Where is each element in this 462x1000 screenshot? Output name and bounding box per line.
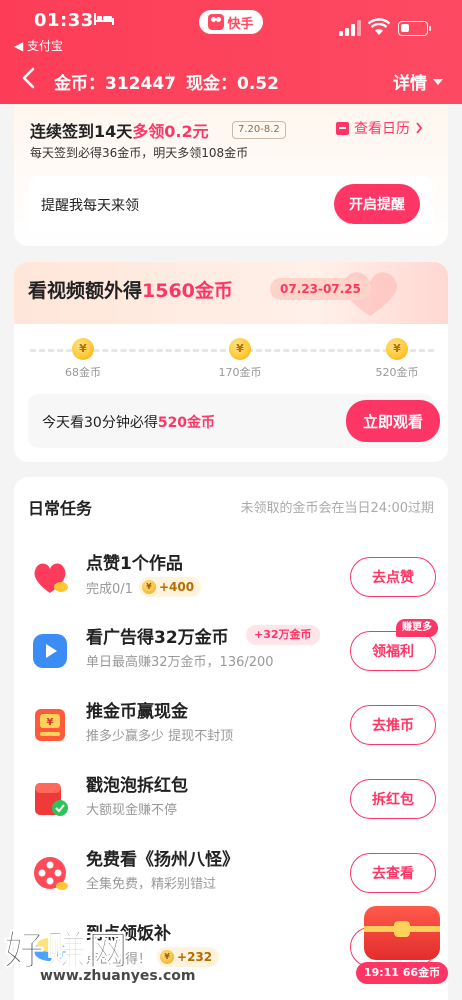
wifi-icon: [368, 18, 390, 35]
nav-bar: 金币：312447 现金：0.52 详情: [0, 56, 462, 102]
remind-row: 提醒我每天来领 开启提醒: [28, 176, 434, 234]
reward-tag: +32万金币: [246, 625, 320, 645]
coin-reward-badge: ¥ +400: [138, 577, 202, 597]
open-redpacket-button[interactable]: 拆红包: [350, 779, 436, 819]
coin-pusher-icon: ¥: [35, 709, 65, 741]
video-bonus-title: 看视频额外得1560金币: [28, 276, 233, 303]
view-calendar-link[interactable]: 查看日历: [336, 118, 423, 138]
back-arrow-icon[interactable]: [18, 66, 42, 90]
video-title-highlight: 1560金币: [142, 280, 233, 302]
meal-icon: [34, 938, 66, 961]
milestone-label: 68金币: [65, 366, 101, 379]
coin-reward-amount: +232: [177, 950, 213, 964]
watch-label-text: 今天看30分钟必得: [42, 415, 158, 431]
milestone-1: ¥ 68金币: [48, 338, 118, 380]
watch-now-button[interactable]: 立即观看: [346, 400, 440, 442]
caret-down-icon: [433, 78, 443, 85]
app-pill[interactable]: 快手: [199, 10, 263, 34]
signin-card: 连续签到14天多领0.2元 7.20-8.2 每天签到必得36金币，明天多领10…: [14, 104, 448, 246]
red-envelope-icon: [35, 783, 68, 816]
coin-reward-amount: +400: [158, 580, 195, 594]
svg-text:¥: ¥: [47, 717, 54, 728]
task-title: 到点领饭补: [86, 924, 171, 944]
milestone-2: ¥ 170金币: [205, 338, 275, 380]
kuaishou-logo-icon: [208, 14, 225, 30]
task-hint: 点击立得！: [86, 951, 152, 967]
task-subtitle: 全集免费，精彩别错过: [86, 877, 217, 892]
coin-reward-badge: ¥ +232: [157, 947, 220, 967]
signal-icon: [339, 20, 361, 36]
coin-icon: ¥: [386, 338, 408, 360]
calendar-icon: [336, 121, 349, 135]
clock: 01:33: [34, 10, 94, 31]
task-title: 推金币赢现金: [86, 702, 188, 722]
coin-icon: ¥: [229, 338, 251, 360]
milestone-label: 520金币: [375, 366, 419, 379]
task-title: 点赞1个作品: [86, 554, 183, 574]
play-icon: [33, 634, 67, 668]
expiry-note: 未领取的金币会在当日24:00过期: [240, 501, 434, 516]
task-title: 免费看《扬州八怪》: [86, 850, 239, 870]
watch-label-highlight: 520金币: [157, 415, 216, 431]
watch-row: 今天看30分钟必得520金币 立即观看: [28, 394, 440, 448]
remind-label: 提醒我每天来领: [41, 198, 139, 214]
video-date-tag: 07.23-07.25: [270, 278, 371, 300]
signin-title-highlight: 多领0.2元: [132, 122, 209, 141]
video-title-text: 看视频额外得: [28, 280, 143, 302]
task-like-video: 点赞1个作品 完成0/1 ¥ +400 去点赞: [14, 545, 448, 619]
calendar-link-label: 查看日历: [354, 121, 410, 137]
heart-icon: [34, 563, 68, 593]
nav-divider: [169, 73, 170, 87]
go-push-coins-button[interactable]: 去推币: [350, 705, 436, 745]
coin-icon: ¥: [141, 580, 156, 594]
task-title: 看广告得32万金币: [86, 628, 229, 648]
earn-more-badge: 赚更多: [396, 619, 438, 637]
coin-icon: ¥: [160, 950, 175, 964]
go-view-button[interactable]: 去查看: [350, 853, 436, 893]
treasure-chest-icon: [364, 906, 440, 960]
battery-icon: [398, 21, 431, 36]
signin-title: 连续签到14天多领0.2元: [30, 118, 209, 142]
detail-label: 详情: [393, 74, 427, 94]
signin-subtitle: 每天签到必得36金币，明天多领108金币: [30, 146, 249, 160]
task-subtitle: 点击立得！ ¥ +232: [86, 947, 220, 967]
enable-reminder-button[interactable]: 开启提醒: [334, 184, 420, 224]
back-to-app-link[interactable]: ◀ 支付宝: [14, 37, 63, 54]
task-subtitle: 完成0/1 ¥ +400: [86, 577, 202, 597]
video-bonus-card: 看视频额外得1560金币 07.23-07.25 ¥ 68金币 ¥ 170金币 …: [14, 262, 448, 462]
task-subtitle: 大额现金赚不停: [86, 803, 178, 818]
header: 01:33 ◀ 支付宝 快手 金币：312447 现金：0.52 详情: [0, 0, 462, 104]
watch-label: 今天看30分钟必得520金币: [42, 412, 215, 432]
status-bar: 01:33 ◀ 支付宝 快手: [0, 0, 462, 54]
video-bonus-header: 看视频额外得1560金币 07.23-07.25: [14, 262, 448, 324]
get-benefits-button[interactable]: 领福利: [350, 631, 436, 671]
task-subtitle: 单日最高赚32万金币，136/200: [86, 655, 274, 670]
treasure-chest-widget[interactable]: 19:11 66金币: [356, 900, 448, 988]
task-progress: 完成0/1: [86, 581, 133, 597]
go-like-button[interactable]: 去点赞: [350, 557, 436, 597]
coin-icon: ¥: [72, 338, 94, 360]
task-bubble-redpacket: 戳泡泡拆红包 大额现金赚不停 拆红包: [14, 767, 448, 841]
daily-tasks-title: 日常任务: [28, 499, 93, 518]
app-name: 快手: [227, 16, 254, 32]
detail-dropdown[interactable]: 详情: [393, 69, 443, 94]
task-coin-pusher: ¥ 推金币赢现金 推多少赢多少 提现不封顶 去推币: [14, 693, 448, 767]
task-title: 戳泡泡拆红包: [86, 776, 188, 796]
milestone-label: 170金币: [218, 366, 262, 379]
task-watch-ads: 看广告得32万金币 +32万金币 单日最高赚32万金币，136/200 领福利 …: [14, 619, 448, 693]
film-reel-icon: [34, 857, 68, 890]
cash-balance: 现金：0.52: [186, 74, 279, 94]
chevron-right-icon: [416, 122, 423, 134]
coin-balance: 金币：312447: [54, 74, 176, 94]
milestone-3: ¥ 520金币: [362, 338, 432, 380]
signin-date-tag: 7.20-8.2: [232, 121, 286, 139]
chest-countdown: 19:11 66金币: [356, 962, 448, 984]
sleep-mode-icon: [94, 13, 114, 25]
task-subtitle: 推多少赢多少 提现不封顶: [86, 729, 234, 744]
signin-title-text: 连续签到14天: [30, 122, 133, 141]
